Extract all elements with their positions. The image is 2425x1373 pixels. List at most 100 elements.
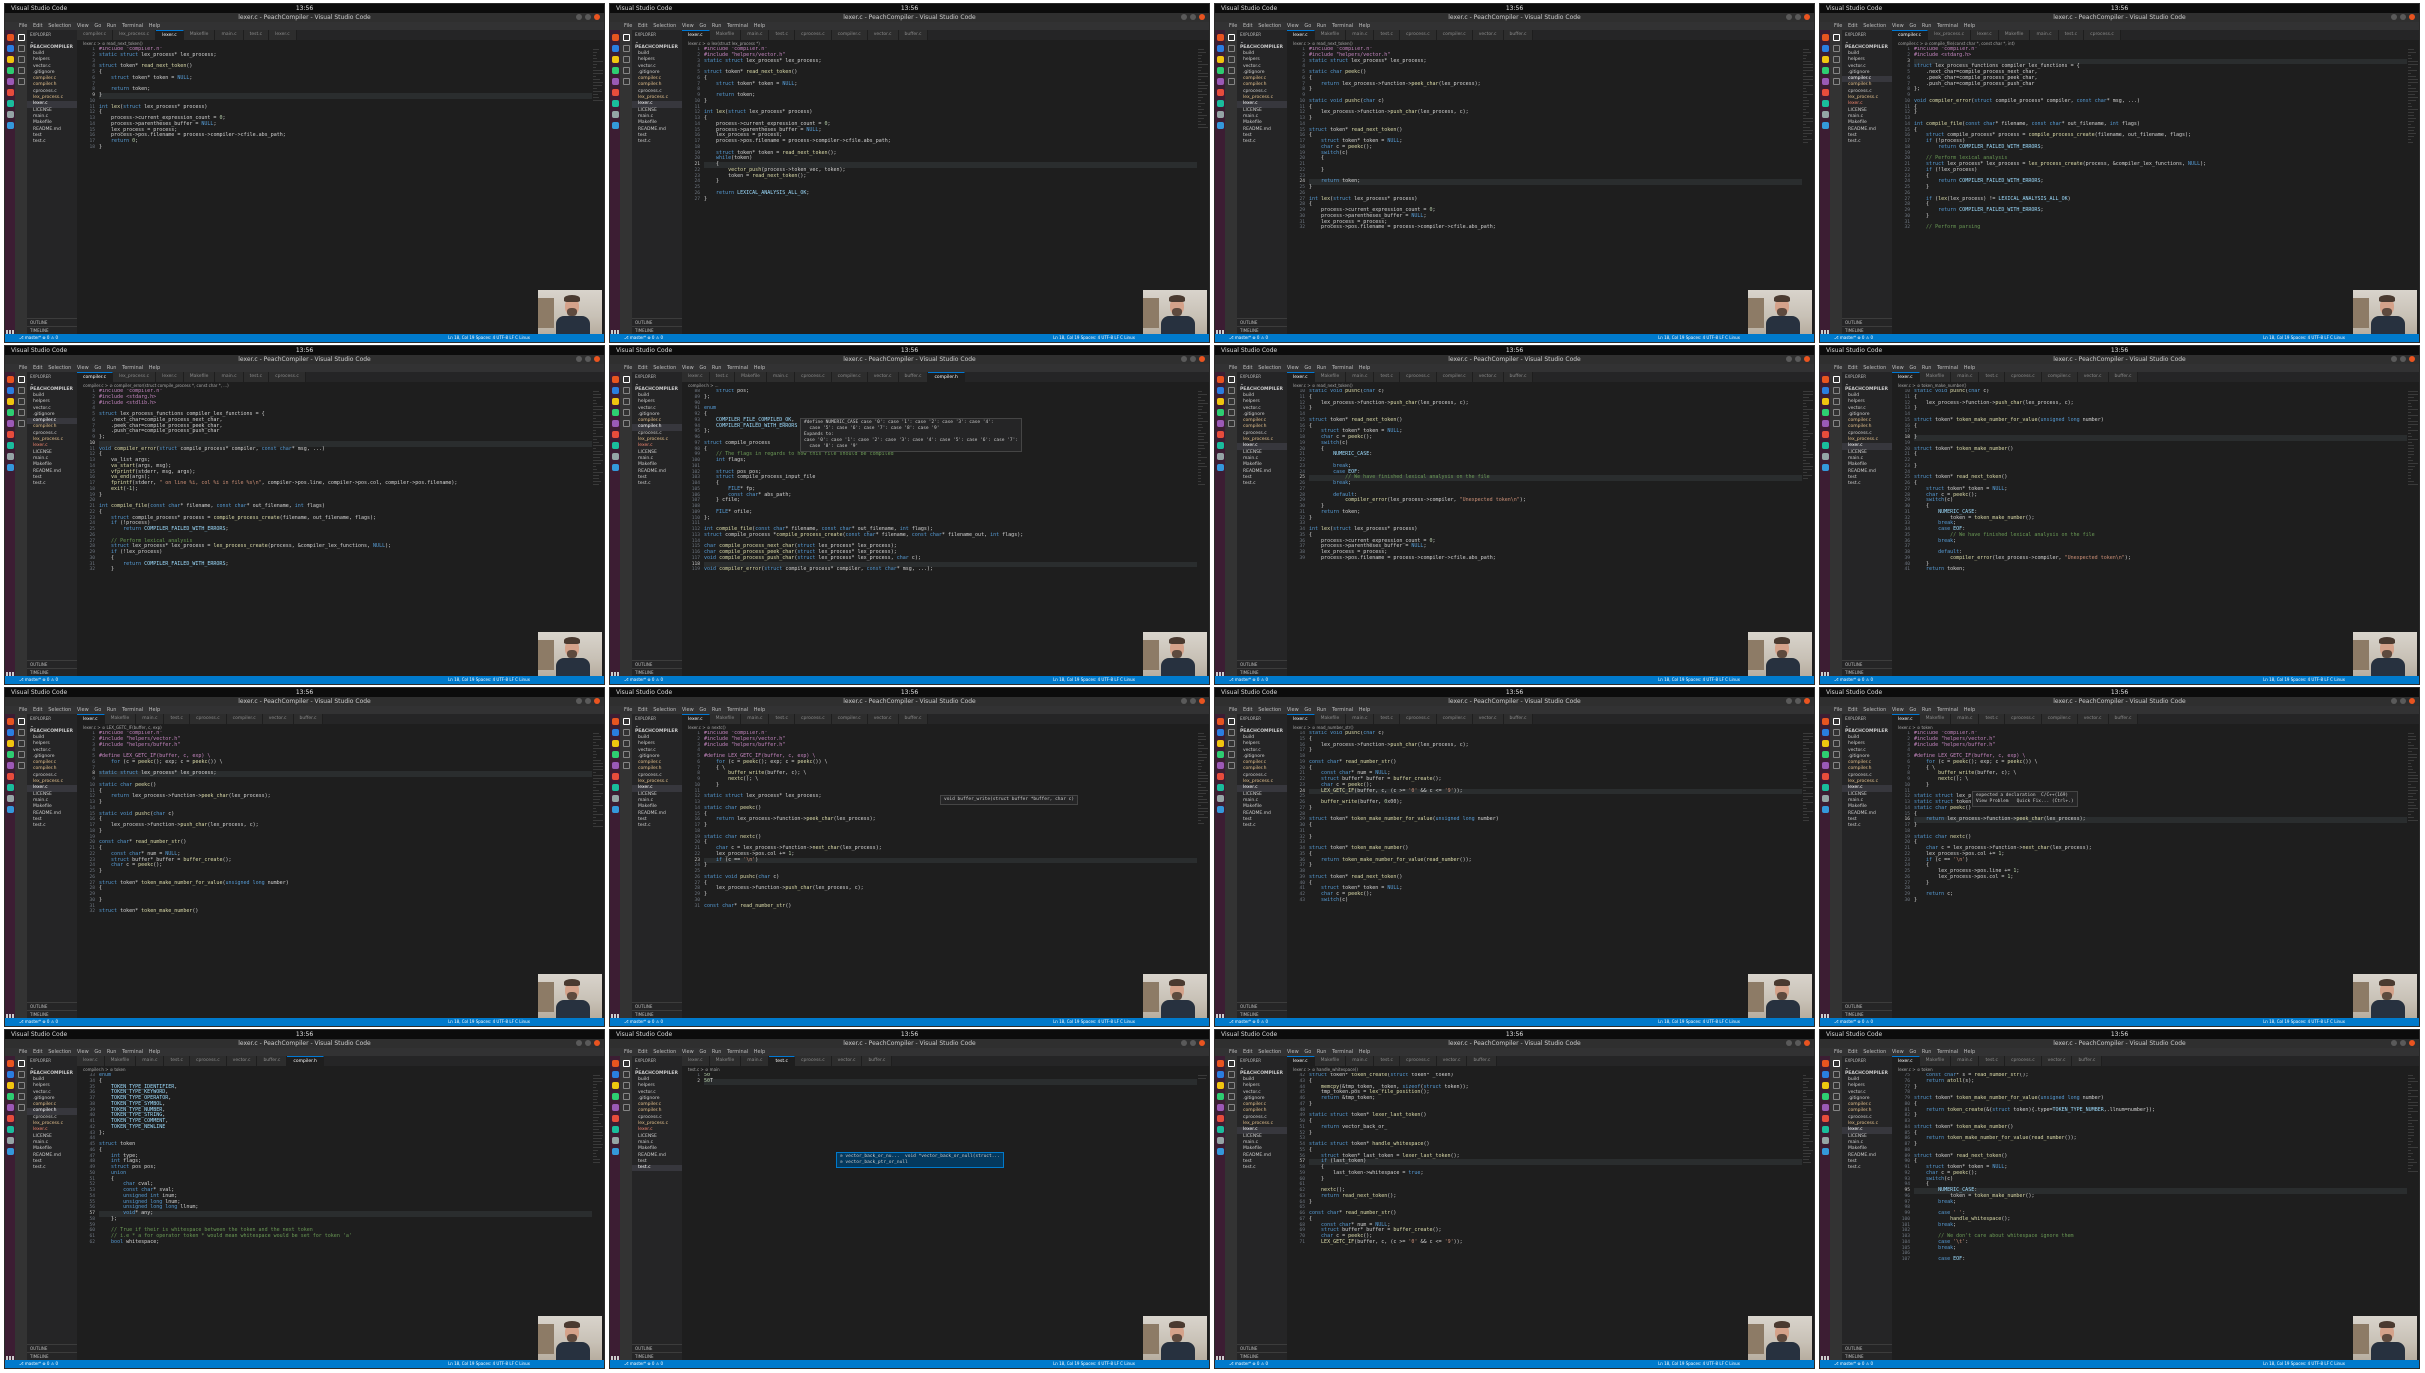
dock-app-icon[interactable] bbox=[611, 387, 619, 394]
editor-tab[interactable]: main.c bbox=[1346, 30, 1375, 40]
breadcrumb[interactable]: compiler.h > ... bbox=[682, 382, 1209, 389]
status-left[interactable]: ⎇ master* ⊗ 0 ⚠ 0 bbox=[19, 1018, 58, 1026]
editor-tab[interactable]: buffer.c bbox=[2108, 372, 2139, 382]
close-button[interactable] bbox=[2409, 698, 2415, 704]
dock-app-icon[interactable] bbox=[6, 398, 14, 405]
editor-tab[interactable]: buffer.c bbox=[898, 714, 929, 724]
extensions-icon[interactable] bbox=[17, 762, 25, 769]
extensions-icon[interactable] bbox=[1227, 762, 1235, 769]
editor-tab[interactable]: vector.c bbox=[226, 1056, 258, 1066]
code-line[interactable]: // We have finished lexical analysis on … bbox=[1309, 474, 1802, 481]
editor-tab[interactable]: vector.c bbox=[867, 372, 899, 382]
source-control-icon[interactable] bbox=[17, 56, 25, 63]
extensions-icon[interactable] bbox=[1832, 78, 1840, 85]
code-line[interactable]: return lex_process->function->peek_char(… bbox=[1914, 816, 2407, 823]
status-right[interactable]: Ln 18, Col 19 Spaces: 4 UTF-8 LF C Linux bbox=[1658, 334, 1740, 342]
dock-app-icon[interactable] bbox=[611, 409, 619, 416]
close-button[interactable] bbox=[2409, 14, 2415, 20]
editor-tab[interactable]: vector.c bbox=[1472, 30, 1504, 40]
dock-app-icon[interactable] bbox=[611, 718, 619, 725]
search-icon[interactable] bbox=[622, 45, 630, 52]
dock-app-icon[interactable] bbox=[611, 784, 619, 791]
code-line[interactable]: switch(c) bbox=[1309, 897, 1802, 904]
dock-app-icon[interactable] bbox=[1216, 453, 1224, 460]
editor-tab[interactable]: lexer.c bbox=[156, 372, 184, 382]
editor-tab[interactable]: lexer.c bbox=[1287, 714, 1315, 724]
dock-app-icon[interactable] bbox=[1821, 729, 1829, 736]
close-button[interactable] bbox=[1199, 356, 1205, 362]
editor-tab[interactable]: main.c bbox=[215, 30, 244, 40]
status-right[interactable]: Ln 18, Col 19 Spaces: 4 UTF-8 LF C Linux bbox=[1053, 334, 1135, 342]
run-debug-icon[interactable] bbox=[622, 1093, 630, 1100]
editor-tab[interactable]: lexer.c bbox=[682, 714, 710, 724]
dock-app-icon[interactable] bbox=[1821, 442, 1829, 449]
dock-app-icon[interactable] bbox=[1216, 1082, 1224, 1089]
breadcrumb[interactable]: compiler.c > ⊘ compile_file(const char *… bbox=[1892, 40, 2419, 47]
editor-tab[interactable]: lexer.c bbox=[156, 30, 184, 40]
maximize-button[interactable] bbox=[1795, 698, 1801, 704]
close-button[interactable] bbox=[2409, 356, 2415, 362]
search-icon[interactable] bbox=[17, 45, 25, 52]
source-control-icon[interactable] bbox=[17, 1082, 25, 1089]
code-line[interactable]: return token; bbox=[1914, 566, 2407, 573]
source-control-icon[interactable] bbox=[622, 1082, 630, 1089]
editor-tab[interactable]: lexer.c bbox=[1892, 1056, 1920, 1066]
minimize-button[interactable] bbox=[2391, 1040, 2397, 1046]
run-debug-icon[interactable] bbox=[622, 67, 630, 74]
editor-tab[interactable]: lexer.c bbox=[682, 30, 710, 40]
explorer-file[interactable]: test.c bbox=[1842, 823, 1892, 829]
editor-tab[interactable]: cprocess.c bbox=[795, 30, 832, 40]
project-folder[interactable]: ⌄ PEACHCOMPILER bbox=[1237, 1065, 1287, 1077]
code-line[interactable]: static struct lex_process* lex_process; bbox=[99, 770, 592, 777]
clock[interactable]: 13:56 bbox=[1215, 346, 1814, 355]
project-folder[interactable]: ⌄ PEACHCOMPILER bbox=[27, 723, 77, 735]
code-editor[interactable]: 1 2 3 4 5 6 7 8 9 10 11 12 13 14 15 16 17 18 19 20 21 22 23 24 2… bbox=[682, 47, 1197, 334]
code-line[interactable]: } bbox=[1914, 897, 2407, 904]
maximize-button[interactable] bbox=[585, 698, 591, 704]
editor-tab[interactable]: test.c bbox=[1374, 1056, 1400, 1066]
dock-app-icon[interactable] bbox=[611, 78, 619, 85]
maximize-button[interactable] bbox=[1795, 356, 1801, 362]
editor-tab[interactable]: vector.c bbox=[831, 1056, 863, 1066]
source-control-icon[interactable] bbox=[17, 740, 25, 747]
clock[interactable]: 13:56 bbox=[5, 1030, 604, 1039]
project-folder[interactable]: ⌄ PEACHCOMPILER bbox=[1842, 723, 1892, 735]
code-text[interactable]: const char* s = read_number_str(); retur… bbox=[1914, 1073, 2407, 1360]
files-icon[interactable] bbox=[1227, 1060, 1235, 1067]
breadcrumb[interactable]: lexer.c > ⊘ handle_whitespace() bbox=[1287, 1066, 1814, 1073]
dock-app-icon[interactable] bbox=[6, 122, 14, 129]
editor-tab[interactable]: compiler.h bbox=[287, 1056, 324, 1066]
clock[interactable]: 13:56 bbox=[5, 688, 604, 697]
status-right[interactable]: Ln 18, Col 19 Spaces: 4 UTF-8 LF C Linux bbox=[1053, 1018, 1135, 1026]
maximize-button[interactable] bbox=[1795, 14, 1801, 20]
editor-tab[interactable]: lexer.c bbox=[77, 1056, 105, 1066]
status-right[interactable]: Ln 18, Col 19 Spaces: 4 UTF-8 LF C Linux bbox=[448, 676, 530, 684]
status-right[interactable]: Ln 18, Col 19 Spaces: 4 UTF-8 LF C Linux bbox=[2263, 676, 2345, 684]
source-control-icon[interactable] bbox=[1227, 398, 1235, 405]
dock-app-icon[interactable] bbox=[6, 1104, 14, 1111]
run-debug-icon[interactable] bbox=[622, 751, 630, 758]
dock-app-icon[interactable] bbox=[1216, 1093, 1224, 1100]
editor-tab[interactable]: test.c bbox=[1374, 30, 1400, 40]
source-control-icon[interactable] bbox=[622, 398, 630, 405]
editor-tab[interactable]: compiler.c bbox=[77, 372, 114, 382]
editor-tab[interactable]: compiler.h bbox=[928, 372, 965, 382]
outline-section[interactable]: OUTLINE bbox=[1842, 318, 1892, 326]
editor-tab[interactable]: lex_process.c bbox=[1928, 30, 1972, 40]
dock-app-icon[interactable] bbox=[611, 751, 619, 758]
dock-app-icon[interactable] bbox=[1216, 773, 1224, 780]
editor-tab[interactable]: lexer.c bbox=[1287, 372, 1315, 382]
search-icon[interactable] bbox=[17, 1071, 25, 1078]
clock[interactable]: 13:56 bbox=[1820, 1030, 2419, 1039]
status-left[interactable]: ⎇ master* ⊗ 0 ⚠ 0 bbox=[19, 1360, 58, 1368]
close-button[interactable] bbox=[1199, 1040, 1205, 1046]
code-editor[interactable]: 1 2 3 4 5 6 7 8 9 10 11 12 13 14 15 16 17 18 19 20 21 22 23 24 2… bbox=[77, 389, 592, 676]
dock-app-icon[interactable] bbox=[611, 729, 619, 736]
editor-tab[interactable]: main.c bbox=[215, 372, 244, 382]
files-icon[interactable] bbox=[1832, 1060, 1840, 1067]
extensions-icon[interactable] bbox=[1227, 420, 1235, 427]
extensions-icon[interactable] bbox=[622, 1104, 630, 1111]
breadcrumb[interactable]: test.c > ⊘ main bbox=[682, 1066, 1209, 1073]
status-left[interactable]: ⎇ master* ⊗ 0 ⚠ 0 bbox=[19, 676, 58, 684]
minimize-button[interactable] bbox=[576, 1040, 582, 1046]
